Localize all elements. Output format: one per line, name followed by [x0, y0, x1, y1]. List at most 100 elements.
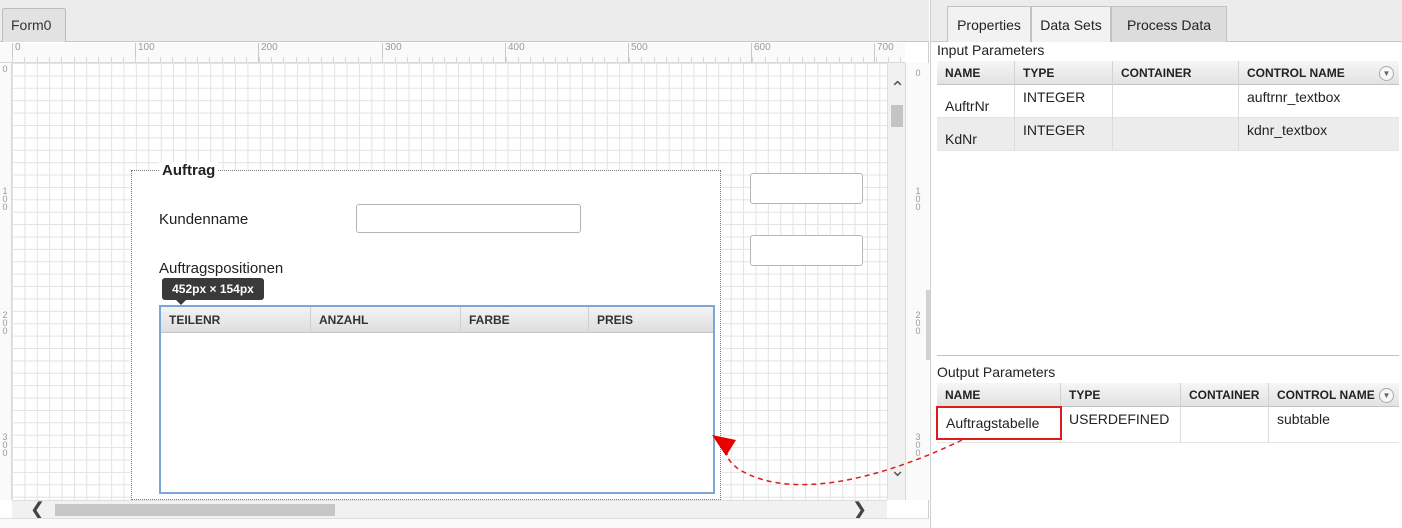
- col-name[interactable]: NAME: [937, 383, 1061, 407]
- subtable-col-anzahl[interactable]: ANZAHL: [311, 307, 461, 333]
- col-name[interactable]: NAME: [937, 61, 1015, 85]
- ruler-minor-tick: [221, 57, 223, 62]
- vertical-ruler-left: 0 100 200 300: [0, 63, 12, 500]
- ruler-minor-tick: [480, 57, 482, 62]
- ruler-minor-tick: [641, 57, 643, 62]
- ruler-minor-tick: [838, 57, 840, 62]
- auftragspositionen-label[interactable]: Auftragspositionen: [159, 260, 283, 277]
- ruler-minor-tick: [740, 57, 742, 62]
- ruler-minor-tick: [851, 57, 853, 62]
- ruler-minor-tick: [678, 57, 680, 62]
- ruler-mark: 100: [135, 43, 155, 62]
- ruler-minor-tick: [493, 57, 495, 62]
- table-row[interactable]: KdNr INTEGER kdnr_textbox: [937, 118, 1399, 151]
- ruler-minor-tick: [234, 57, 236, 62]
- col-type[interactable]: TYPE: [1015, 61, 1113, 85]
- col-container[interactable]: CONTAINER: [1113, 61, 1239, 85]
- groupbox-title: Auftrag: [159, 162, 219, 179]
- output-table-header: NAME TYPE CONTAINER CONTROL NAME ▼: [937, 383, 1399, 407]
- ruler-minor-tick: [357, 57, 359, 62]
- param-name: KdNr: [937, 118, 1015, 151]
- tab-form0[interactable]: Form0: [2, 8, 66, 42]
- ruler-minor-tick: [814, 57, 816, 62]
- scroll-down-icon[interactable]: ⌄: [890, 461, 905, 479]
- ruler-minor-tick: [727, 57, 729, 62]
- subtable-control[interactable]: TEILENR ANZAHL FARBE PREIS: [159, 305, 715, 494]
- ruler-minor-tick: [715, 57, 717, 62]
- tab-process-data[interactable]: Process Data: [1111, 6, 1227, 42]
- ruler-minor-tick: [271, 57, 273, 62]
- param-container: [1113, 85, 1239, 118]
- ruler-minor-tick: [320, 57, 322, 62]
- col-container[interactable]: CONTAINER: [1181, 383, 1269, 407]
- ruler-mark: 300: [382, 43, 402, 62]
- ruler-minor-tick: [888, 57, 890, 62]
- ruler-minor-tick: [86, 57, 88, 62]
- ruler-minor-tick: [875, 57, 877, 62]
- input-parameters-table: NAME TYPE CONTAINER CONTROL NAME ▼ Auftr…: [937, 61, 1399, 356]
- column-menu-icon[interactable]: ▼: [1379, 66, 1394, 81]
- ruler-minor-tick: [616, 57, 618, 62]
- ruler-minor-tick: [456, 57, 458, 62]
- ruler-minor-tick: [690, 57, 692, 62]
- kundenname-label[interactable]: Kundenname: [159, 211, 248, 228]
- param-type: INTEGER: [1015, 85, 1113, 118]
- col-control-name[interactable]: CONTROL NAME: [1239, 61, 1399, 85]
- auftrnr-textbox[interactable]: [750, 173, 863, 204]
- highlighted-output-param-name[interactable]: Auftragstabelle: [936, 406, 1062, 440]
- ruler-minor-tick: [209, 57, 211, 62]
- subtable-col-preis[interactable]: PREIS: [589, 307, 713, 333]
- subtable-col-farbe[interactable]: FARBE: [461, 307, 589, 333]
- param-control-name: auftrnr_textbox: [1247, 89, 1341, 105]
- ruler-mark: 0: [12, 43, 21, 62]
- scroll-up-icon[interactable]: ⌃: [890, 79, 905, 97]
- ruler-minor-tick: [653, 57, 655, 62]
- param-container: [1113, 118, 1239, 151]
- scroll-left-icon[interactable]: ❮: [30, 500, 45, 518]
- ruler-minor-tick: [147, 57, 149, 62]
- ruler-minor-tick: [703, 57, 705, 62]
- horizontal-scrollbar[interactable]: ❮ ❯: [12, 500, 887, 518]
- input-table-header: NAME TYPE CONTAINER CONTROL NAME ▼: [937, 61, 1399, 85]
- column-menu-icon[interactable]: ▼: [1379, 388, 1394, 403]
- ruler-minor-tick: [123, 57, 125, 62]
- scroll-right-icon[interactable]: ❯: [852, 500, 867, 518]
- ruler-minor-tick: [629, 57, 630, 62]
- tab-properties[interactable]: Properties: [947, 6, 1031, 42]
- size-tooltip: 452px × 154px: [162, 278, 264, 305]
- ruler-minor-tick: [283, 57, 285, 62]
- form-designer: Form0 0 100 200 300 400 500 600 700 0 10…: [0, 0, 929, 528]
- ruler-minor-tick: [443, 57, 445, 62]
- ruler-minor-tick: [98, 57, 100, 62]
- ruler-minor-tick: [184, 57, 186, 62]
- ruler-minor-tick: [468, 57, 470, 62]
- ruler-minor-tick: [160, 57, 162, 62]
- table-row[interactable]: AuftrNr INTEGER auftrnr_textbox: [937, 85, 1399, 118]
- subtable-col-teilenr[interactable]: TEILENR: [161, 307, 311, 333]
- ruler-minor-tick: [110, 57, 112, 62]
- ruler-minor-tick: [12, 57, 13, 62]
- horizontal-scroll-thumb[interactable]: [55, 504, 335, 516]
- ruler-minor-tick: [382, 57, 384, 62]
- param-name: AuftrNr: [937, 85, 1015, 118]
- col-type[interactable]: TYPE: [1061, 383, 1181, 407]
- ruler-minor-tick: [345, 57, 347, 62]
- ruler-minor-tick: [308, 57, 310, 62]
- tab-data-sets[interactable]: Data Sets: [1031, 6, 1111, 42]
- param-type: INTEGER: [1015, 118, 1113, 151]
- vertical-scrollbar[interactable]: ⌃ ⌄: [887, 63, 905, 500]
- ruler-minor-tick: [764, 57, 766, 62]
- ruler-mark: 700: [874, 43, 894, 62]
- vertical-scroll-thumb[interactable]: [891, 105, 903, 127]
- ruler-minor-tick: [332, 57, 334, 62]
- kundenname-textbox[interactable]: [356, 204, 581, 233]
- ruler-minor-tick: [431, 57, 433, 62]
- right-tab-bar: Properties Data Sets Process Data: [931, 0, 1402, 42]
- ruler-minor-tick: [135, 57, 137, 62]
- ruler-minor-tick: [826, 57, 828, 62]
- ruler-minor-tick: [295, 57, 297, 62]
- param-control-name: kdnr_textbox: [1247, 122, 1328, 138]
- ruler-minor-tick: [863, 57, 865, 62]
- ruler-minor-tick: [369, 57, 371, 62]
- kdnr-textbox[interactable]: [750, 235, 863, 266]
